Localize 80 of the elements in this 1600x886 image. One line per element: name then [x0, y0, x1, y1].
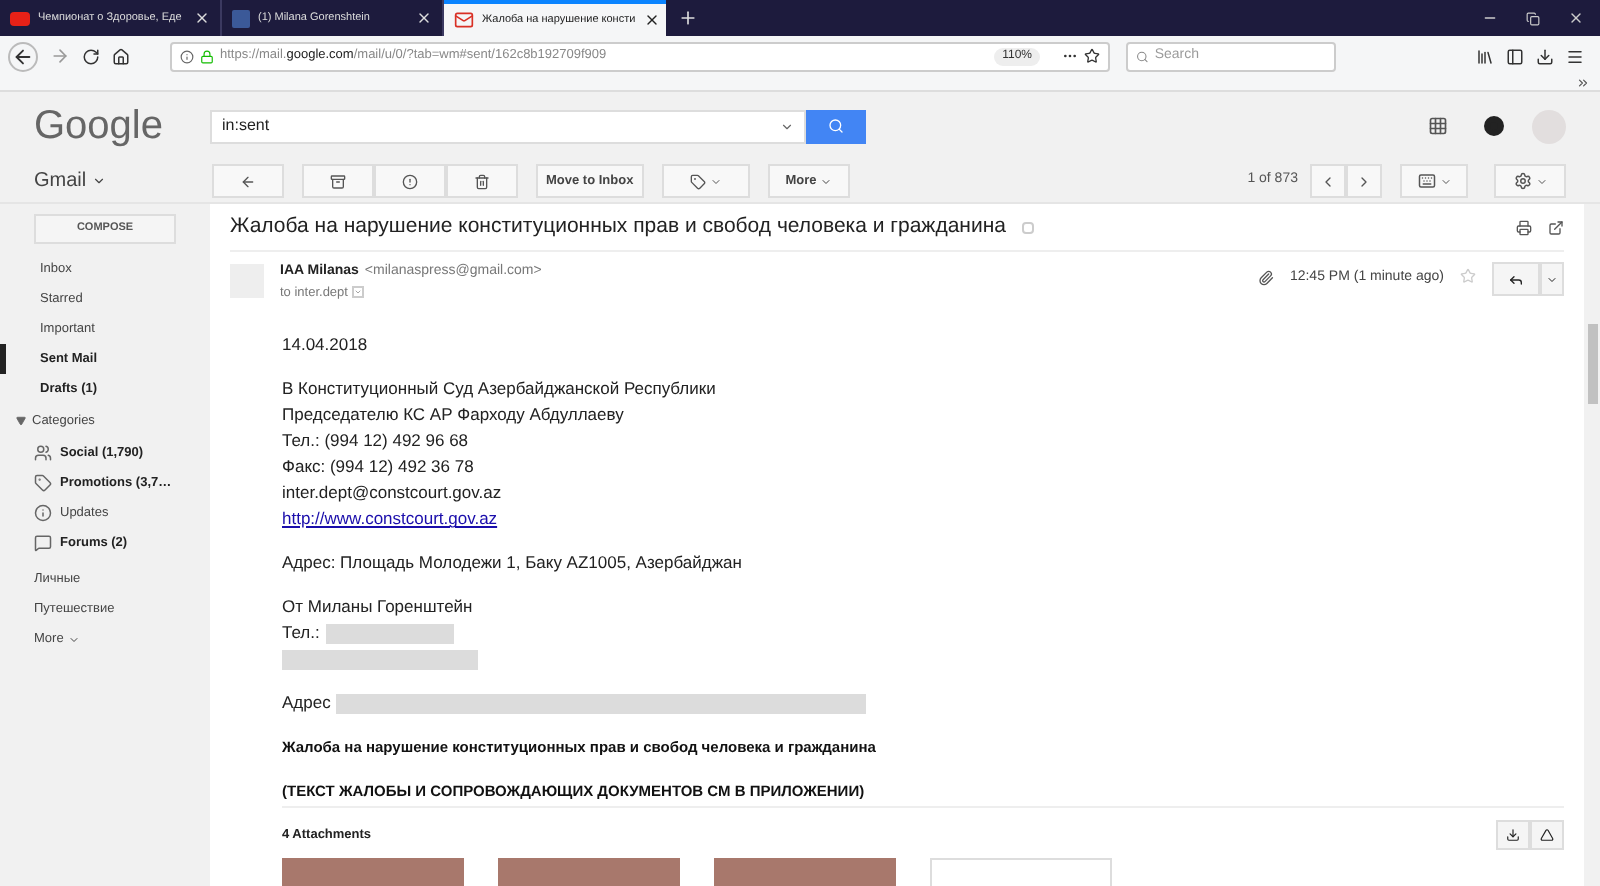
tag-icon — [689, 173, 706, 189]
caret-icon — [92, 174, 107, 188]
video-icon — [10, 11, 30, 25]
triangle-icon — [1540, 828, 1554, 842]
caret-icon — [1439, 175, 1451, 187]
input-tools-button[interactable] — [1400, 164, 1468, 198]
apps-grid-icon[interactable] — [1428, 116, 1448, 136]
caret-icon — [67, 633, 80, 645]
body-text: От Миланы Горенштейн — [282, 594, 475, 621]
caret-icon — [1546, 273, 1558, 285]
search-icon — [828, 118, 844, 134]
overflow-icon[interactable] — [1576, 76, 1590, 90]
spam-button[interactable] — [374, 164, 446, 198]
search-query: in:sent — [222, 114, 272, 138]
menu-icon[interactable] — [1566, 47, 1584, 65]
print-icon[interactable] — [1516, 219, 1532, 235]
reload-icon[interactable] — [82, 47, 100, 65]
forward-icon[interactable] — [50, 46, 70, 66]
delete-button[interactable] — [446, 164, 518, 198]
google-logo[interactable]: Google — [34, 96, 210, 156]
dropdown-icon[interactable] — [780, 119, 794, 133]
chat-icon — [34, 534, 52, 552]
chevron-right-icon — [1356, 173, 1372, 189]
info-icon — [34, 504, 52, 522]
info-icon — [180, 49, 194, 63]
social-icon — [232, 9, 250, 27]
body-text: Адрес: Площадь Молодежи 1, Баку AZ1005, Азербайджан — [282, 550, 744, 577]
new-tab-icon[interactable] — [678, 8, 698, 28]
archive-button[interactable] — [302, 164, 374, 198]
settings-icon — [1513, 172, 1531, 190]
download-icon[interactable] — [1536, 47, 1554, 65]
bookmark-star-icon[interactable] — [1084, 48, 1100, 64]
notification-icon[interactable] — [1484, 116, 1504, 136]
reply-button[interactable] — [1492, 262, 1540, 296]
restore-icon[interactable] — [1526, 11, 1540, 25]
mail-search-field[interactable]: in:sent — [210, 109, 806, 143]
archive-icon — [330, 173, 346, 189]
caret-icon — [820, 175, 833, 187]
back-icon[interactable] — [8, 41, 38, 71]
email-subject: Жалоба на нарушение конституционных прав и свобод человека и гражданина — [230, 211, 1006, 242]
body-text: Факс: (994 12) 492 36 78 — [282, 454, 476, 481]
body-text: Тел.: (994 12) 492 96 68 — [282, 428, 471, 455]
body-label: Адрес — [282, 690, 331, 717]
star-icon[interactable] — [1460, 268, 1476, 284]
body-label: Тел.: — [282, 620, 320, 647]
body-text: В Конституционный Суд Азербайджанской Республики — [282, 376, 718, 403]
library-icon[interactable] — [1476, 47, 1494, 65]
settings-button[interactable] — [1494, 164, 1566, 198]
search-button[interactable] — [806, 109, 866, 143]
home-icon[interactable] — [112, 47, 130, 65]
attachment-icon — [1257, 270, 1274, 286]
label-icon — [1021, 221, 1034, 233]
website-link[interactable]: http://www.constcourt.gov.az — [282, 506, 498, 533]
save-to-drive-button[interactable] — [1530, 820, 1564, 850]
body-text: 14.04.2018 — [282, 332, 370, 359]
app-switcher[interactable]: Gmail — [34, 166, 212, 196]
mail-icon — [454, 10, 474, 30]
trash-icon — [474, 173, 490, 189]
download-all-button[interactable] — [1496, 820, 1530, 850]
lock-icon — [200, 49, 214, 63]
back-icon — [240, 173, 256, 189]
alert-icon — [402, 173, 418, 189]
keyboard-icon — [1417, 172, 1435, 190]
body-text: inter.dept@constcourt.gov.az — [282, 480, 504, 507]
reply-icon — [1508, 271, 1524, 287]
body-text: Председателю КС АР Фарходу Абдуллаеву — [282, 402, 626, 429]
new-window-icon[interactable] — [1548, 219, 1564, 235]
search-icon — [1136, 49, 1149, 63]
people-icon — [34, 444, 52, 462]
scrollbar[interactable] — [1584, 204, 1600, 886]
chevron-left-icon — [1320, 173, 1336, 189]
sidebar-icon[interactable] — [1506, 47, 1524, 65]
tag-icon — [34, 474, 52, 492]
redaction-bar — [325, 623, 454, 644]
close-icon[interactable] — [643, 12, 660, 28]
caret-icon — [709, 175, 722, 187]
download-icon — [1506, 828, 1520, 842]
collapse-arrow-icon — [16, 416, 26, 426]
caret-icon — [1535, 175, 1547, 187]
document-thumbnail[interactable] — [930, 858, 1112, 886]
